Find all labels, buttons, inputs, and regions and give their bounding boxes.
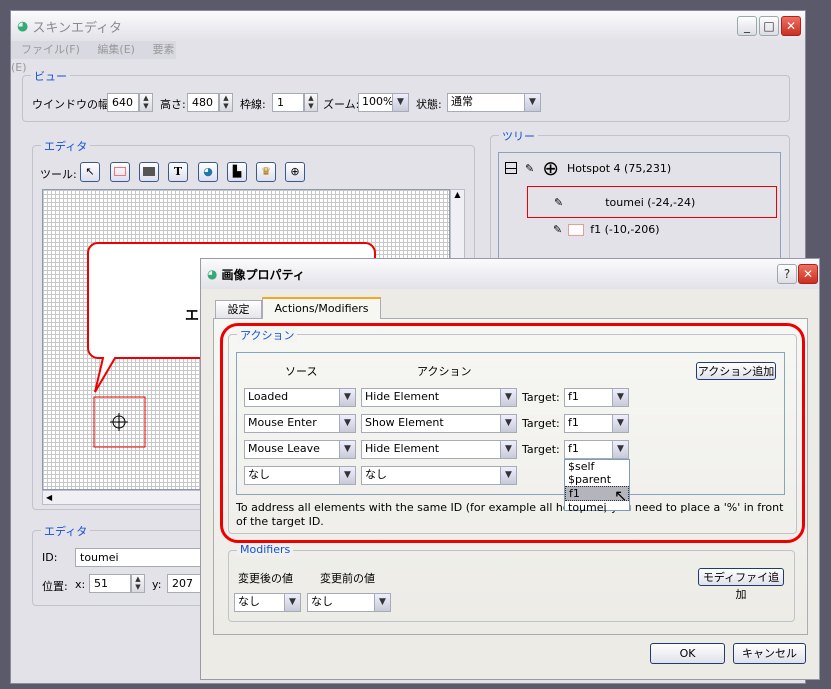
image-icon[interactable]: ◕ <box>198 162 218 182</box>
before-value: なし <box>311 595 333 608</box>
menu-bar: ファイル(F) 編集(E) 要素(E) <box>11 41 176 74</box>
cancel-button[interactable]: キャンセル <box>733 643 806 664</box>
zoom-select[interactable]: 100% ▼ <box>358 93 409 112</box>
tree-item-label: toumei (-24,-24) <box>605 195 696 209</box>
tab-settings[interactable]: 設定 <box>215 300 262 319</box>
pencil-icon: ✎ <box>525 161 535 175</box>
chevron-down-icon: ▼ <box>392 94 408 111</box>
border-label: 枠線: <box>240 98 266 111</box>
zoom-value: 100% <box>362 95 394 108</box>
border-spinner[interactable]: ▲ ▼ <box>304 93 318 112</box>
view-legend: ビュー <box>31 68 70 84</box>
menu-file[interactable]: ファイル(F) <box>21 43 80 56</box>
hotspot-icon: ⊕ <box>542 156 559 180</box>
help-button[interactable]: ? <box>777 264 797 284</box>
minimize-button[interactable]: _ <box>737 16 757 36</box>
app-icon: ◕ <box>17 18 29 34</box>
tree-item-label: f1 (-10,-206) <box>590 223 660 236</box>
maximize-button[interactable]: □ <box>759 16 779 36</box>
filled-rectangle-icon[interactable] <box>139 162 159 182</box>
tree-item-toumei[interactable]: ✎ toumei (-24,-24) <box>527 186 777 218</box>
dialog-close-button[interactable]: ✕ <box>798 264 818 284</box>
state-select[interactable]: 通常 ▼ <box>447 93 541 112</box>
width-input[interactable]: 640 <box>107 93 139 112</box>
y-label: y: <box>152 578 162 591</box>
ok-button[interactable]: OK <box>650 643 725 664</box>
modifiers-legend: Modifiers <box>237 543 294 556</box>
width-spinner[interactable]: ▲ ▼ <box>139 93 153 112</box>
menu-edit[interactable]: 編集(E) <box>97 43 135 56</box>
height-label: 高さ: <box>160 98 186 111</box>
before-value-select[interactable]: なし ▼ <box>307 593 391 612</box>
id-label: ID: <box>42 551 58 564</box>
hotspot-icon[interactable]: ⊕ <box>285 162 305 182</box>
mouse-cursor-icon: ↖ <box>614 486 628 505</box>
chevron-down-icon: ▼ <box>524 94 540 111</box>
dropdown-option-parent[interactable]: $parent <box>565 473 629 486</box>
pencil-icon: ✎ <box>554 195 564 209</box>
position-label: 位置: <box>42 580 68 593</box>
sprite-icon[interactable]: ♛ <box>256 162 276 182</box>
pencil-icon: ✎ <box>553 223 563 236</box>
width-label: ウインドウの幅: <box>32 98 113 111</box>
tree-item-label: Hotspot 4 (75,231) <box>566 161 672 175</box>
x-input[interactable]: 51 <box>89 574 131 593</box>
chevron-down-icon: ▼ <box>374 594 390 611</box>
state-label: 状態: <box>416 98 442 111</box>
window-title: スキンエディタ <box>32 20 123 36</box>
title-bar: ◕ スキンエディタ <box>11 11 805 41</box>
after-value-select[interactable]: なし ▼ <box>234 593 301 612</box>
dialog-title: 画像プロパティ <box>221 267 305 282</box>
zoom-label: ズーム: <box>323 98 360 111</box>
state-value: 通常 <box>451 95 473 108</box>
dialog-title-bar: ◕ 画像プロパティ <box>201 259 819 289</box>
after-value: なし <box>238 595 260 608</box>
tab-actions-modifiers[interactable]: Actions/Modifiers <box>262 297 381 319</box>
dropdown-option-self[interactable]: $self <box>565 460 629 473</box>
x-label: x: <box>75 578 86 591</box>
chevron-down-icon: ▼ <box>284 594 300 611</box>
x-spinner[interactable]: ▲ ▼ <box>131 574 145 593</box>
border-input[interactable]: 1 <box>272 93 304 112</box>
select-icon[interactable]: ↖ <box>80 162 100 182</box>
after-value-label: 変更後の値 <box>238 572 293 585</box>
button-image-icon[interactable]: ▙ <box>227 162 247 182</box>
actions-highlight <box>220 323 805 543</box>
tree-item-hotspot[interactable]: ✎ ⊕ Hotspot 4 (75,231) <box>505 156 671 180</box>
editor-legend: エディタ <box>41 138 91 154</box>
canvas-text: エ <box>185 308 199 324</box>
app-icon: ◕ <box>207 267 218 281</box>
text-bubble-icon <box>568 223 585 236</box>
tree-item-f1[interactable]: ✎ f1 (-10,-206) <box>553 223 660 236</box>
close-button[interactable]: ✕ <box>781 16 801 36</box>
rectangle-icon[interactable] <box>110 162 130 182</box>
add-modifier-button[interactable]: モディファイ追加 <box>698 568 784 601</box>
collapse-icon[interactable] <box>505 162 517 174</box>
height-spinner[interactable]: ▲ ▼ <box>219 93 233 112</box>
tools-label: ツール: <box>40 168 77 181</box>
height-input[interactable]: 480 <box>187 93 219 112</box>
text-icon[interactable]: T <box>168 162 188 182</box>
tree-legend: ツリー <box>499 128 538 144</box>
props-legend: エディタ <box>41 523 91 539</box>
id-input[interactable]: toumei <box>75 548 205 567</box>
before-value-label: 変更前の値 <box>320 572 375 585</box>
